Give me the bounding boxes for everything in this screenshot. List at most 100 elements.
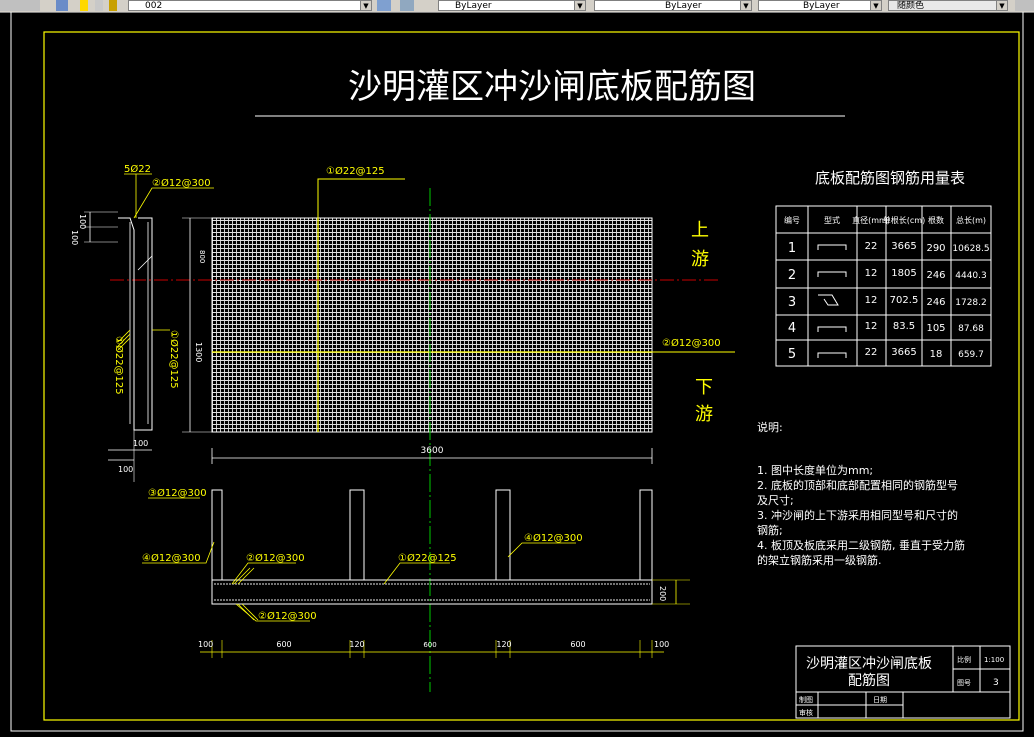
toolbar-grip-icon[interactable] (1015, 0, 1034, 11)
table-header-cell: 型式 (824, 215, 840, 225)
lineweight-dropdown[interactable]: ByLayer ▼ (758, 0, 882, 11)
label-sec-1: ①Ø22@125 (398, 552, 457, 564)
leader-left-2 (133, 187, 214, 219)
label-sec-4a: ④Ø12@300 (142, 552, 201, 564)
shape-4-icon (817, 326, 847, 332)
side-leader-2 (137, 255, 153, 271)
downstream-char-1: 下 (695, 377, 713, 398)
note-line: 4. 板顶及板底采用二级钢筋, 垂直于受力筋 (757, 538, 965, 552)
hatch-sec-2d (241, 603, 259, 621)
note-line: 3. 冲沙闸的上下游采用相同型号和尺寸的 (757, 508, 958, 522)
dim-sec-200: 200 (658, 586, 667, 601)
table-cell-count: 105 (926, 323, 945, 334)
drawing-canvas[interactable]: 沙明灌区冲沙闸底板配筋图 上 游 下 游 ①Ø22@125 ②Ø12@300 3… (0, 9, 1034, 733)
layer-state-icon[interactable] (56, 0, 68, 11)
label-left-3: ③Ø12@300 (148, 487, 207, 499)
table-title: 底板配筋图钢筋用量表 (815, 169, 965, 187)
downstream-char-2: 游 (695, 404, 713, 425)
chevron-down-icon[interactable]: ▼ (870, 1, 881, 10)
label-left-5: 5Ø22 (124, 163, 151, 175)
table-cell-count: 18 (930, 349, 943, 360)
label-sec-4b: ④Ø12@300 (524, 532, 583, 544)
upstream-char-1: 上 (691, 220, 709, 241)
scale-label: 比例 (957, 655, 971, 664)
dim-b120a: 120 (349, 640, 364, 649)
table-header-cell: 根数 (928, 215, 944, 225)
chevron-down-icon[interactable]: ▼ (740, 1, 751, 10)
title-block-name-1: 沙明灌区冲沙闸底板 (806, 656, 932, 672)
shape-3-icon (818, 294, 839, 306)
table-cell-total: 4440.3 (955, 271, 987, 281)
leader-sec-4b (507, 542, 576, 558)
layer-value: 002 (145, 1, 163, 11)
sheet-label: 图号 (957, 679, 971, 687)
note-line: 2. 底板的顶部和底部配置相同的钢筋型号 (757, 478, 958, 492)
dim-left-100b: 100 (70, 230, 79, 245)
chevron-down-icon[interactable]: ▼ (574, 1, 585, 10)
lineweight-value: ByLayer (803, 1, 840, 11)
table-header-cell: 编号 (784, 215, 800, 225)
dim-b120b: 120 (496, 640, 511, 649)
rebar-table (775, 205, 992, 367)
table-cell-dia: 22 (865, 241, 878, 252)
table-cell-no: 1 (788, 241, 796, 256)
table-cell-total: 659.7 (958, 350, 984, 360)
table-cell-dia: 12 (865, 295, 878, 306)
dim-b600a: 600 (276, 640, 291, 649)
table-cell-dia: 12 (865, 268, 878, 279)
lock-icon[interactable] (109, 0, 117, 11)
table-cell-count: 246 (926, 297, 945, 308)
pier-3 (495, 489, 511, 581)
table-cell-total: 87.68 (958, 324, 984, 334)
linetype-dropdown[interactable]: ByLayer ▼ (594, 0, 752, 11)
dim-800: 800 (198, 250, 206, 263)
dim-left-100c: 100 (133, 439, 148, 448)
dim-b600b: 600 (570, 640, 585, 649)
lightbulb-icon[interactable] (80, 0, 88, 11)
note-line: 及尺寸; (757, 493, 794, 507)
side-section-outline (118, 217, 153, 431)
table-cell-len: 1805 (891, 268, 916, 279)
chevron-down-icon[interactable]: ▼ (360, 1, 371, 10)
table-cell-no: 3 (788, 295, 796, 310)
label-right-bar: ②Ø12@300 (662, 337, 721, 349)
chevron-down-icon[interactable]: ▼ (996, 1, 1007, 10)
rebar-mesh-plan (212, 218, 652, 432)
dim-left-100a: 100 (78, 214, 87, 229)
dim-1300: 1300 (194, 342, 203, 362)
title-block-name-2: 配筋图 (848, 672, 890, 689)
layer-manager-icon[interactable] (0, 0, 40, 11)
table-cell-count: 246 (926, 270, 945, 281)
hatch-sec-2b (237, 567, 255, 585)
table-cell-len: 3665 (891, 241, 916, 252)
dim-b100a: 100 (198, 640, 213, 649)
notes-lines: 1. 图中长度单位为mm;2. 底板的顶部和底部配置相同的钢筋型号 及尺寸;3.… (757, 463, 965, 567)
table-cell-dia: 12 (865, 321, 878, 332)
layer-dropdown[interactable]: 002 ▼ (128, 0, 372, 11)
leader-sec-1 (383, 562, 450, 585)
label-left-2: ②Ø12@300 (152, 177, 211, 189)
sun-icon[interactable] (95, 0, 103, 11)
label-left-vert-2: ①Ø22@125 (168, 330, 180, 389)
layer-previous-icon[interactable] (400, 0, 414, 11)
note-line: 钢筋; (757, 523, 783, 537)
check-label: 审核 (799, 708, 813, 717)
main-title: 沙明灌区冲沙闸底板配筋图 (348, 67, 756, 107)
pier-2 (349, 489, 365, 581)
note-line: 的架立钢筋采用一级钢筋. (757, 553, 882, 567)
label-left-vert-1: ①Ø22@125 (113, 336, 125, 395)
color-value: ByLayer (455, 1, 492, 11)
dim-b100b: 100 (654, 640, 669, 649)
table-cell-dia: 22 (865, 347, 878, 358)
plotstyle-value: 随颜色 (897, 1, 925, 11)
table-cell-no: 4 (788, 321, 796, 336)
scale-value: 1:100 (984, 656, 1004, 664)
upstream-char-2: 游 (691, 249, 709, 270)
plotstyle-dropdown[interactable]: 随颜色 ▼ (888, 0, 1008, 11)
pier-1 (211, 489, 223, 581)
make-current-icon[interactable] (377, 0, 391, 11)
table-cell-len: 702.5 (890, 295, 919, 306)
bar-shape-icons (817, 244, 847, 358)
hatch-sec-2c (237, 603, 255, 621)
color-dropdown[interactable]: ByLayer ▼ (438, 0, 586, 11)
